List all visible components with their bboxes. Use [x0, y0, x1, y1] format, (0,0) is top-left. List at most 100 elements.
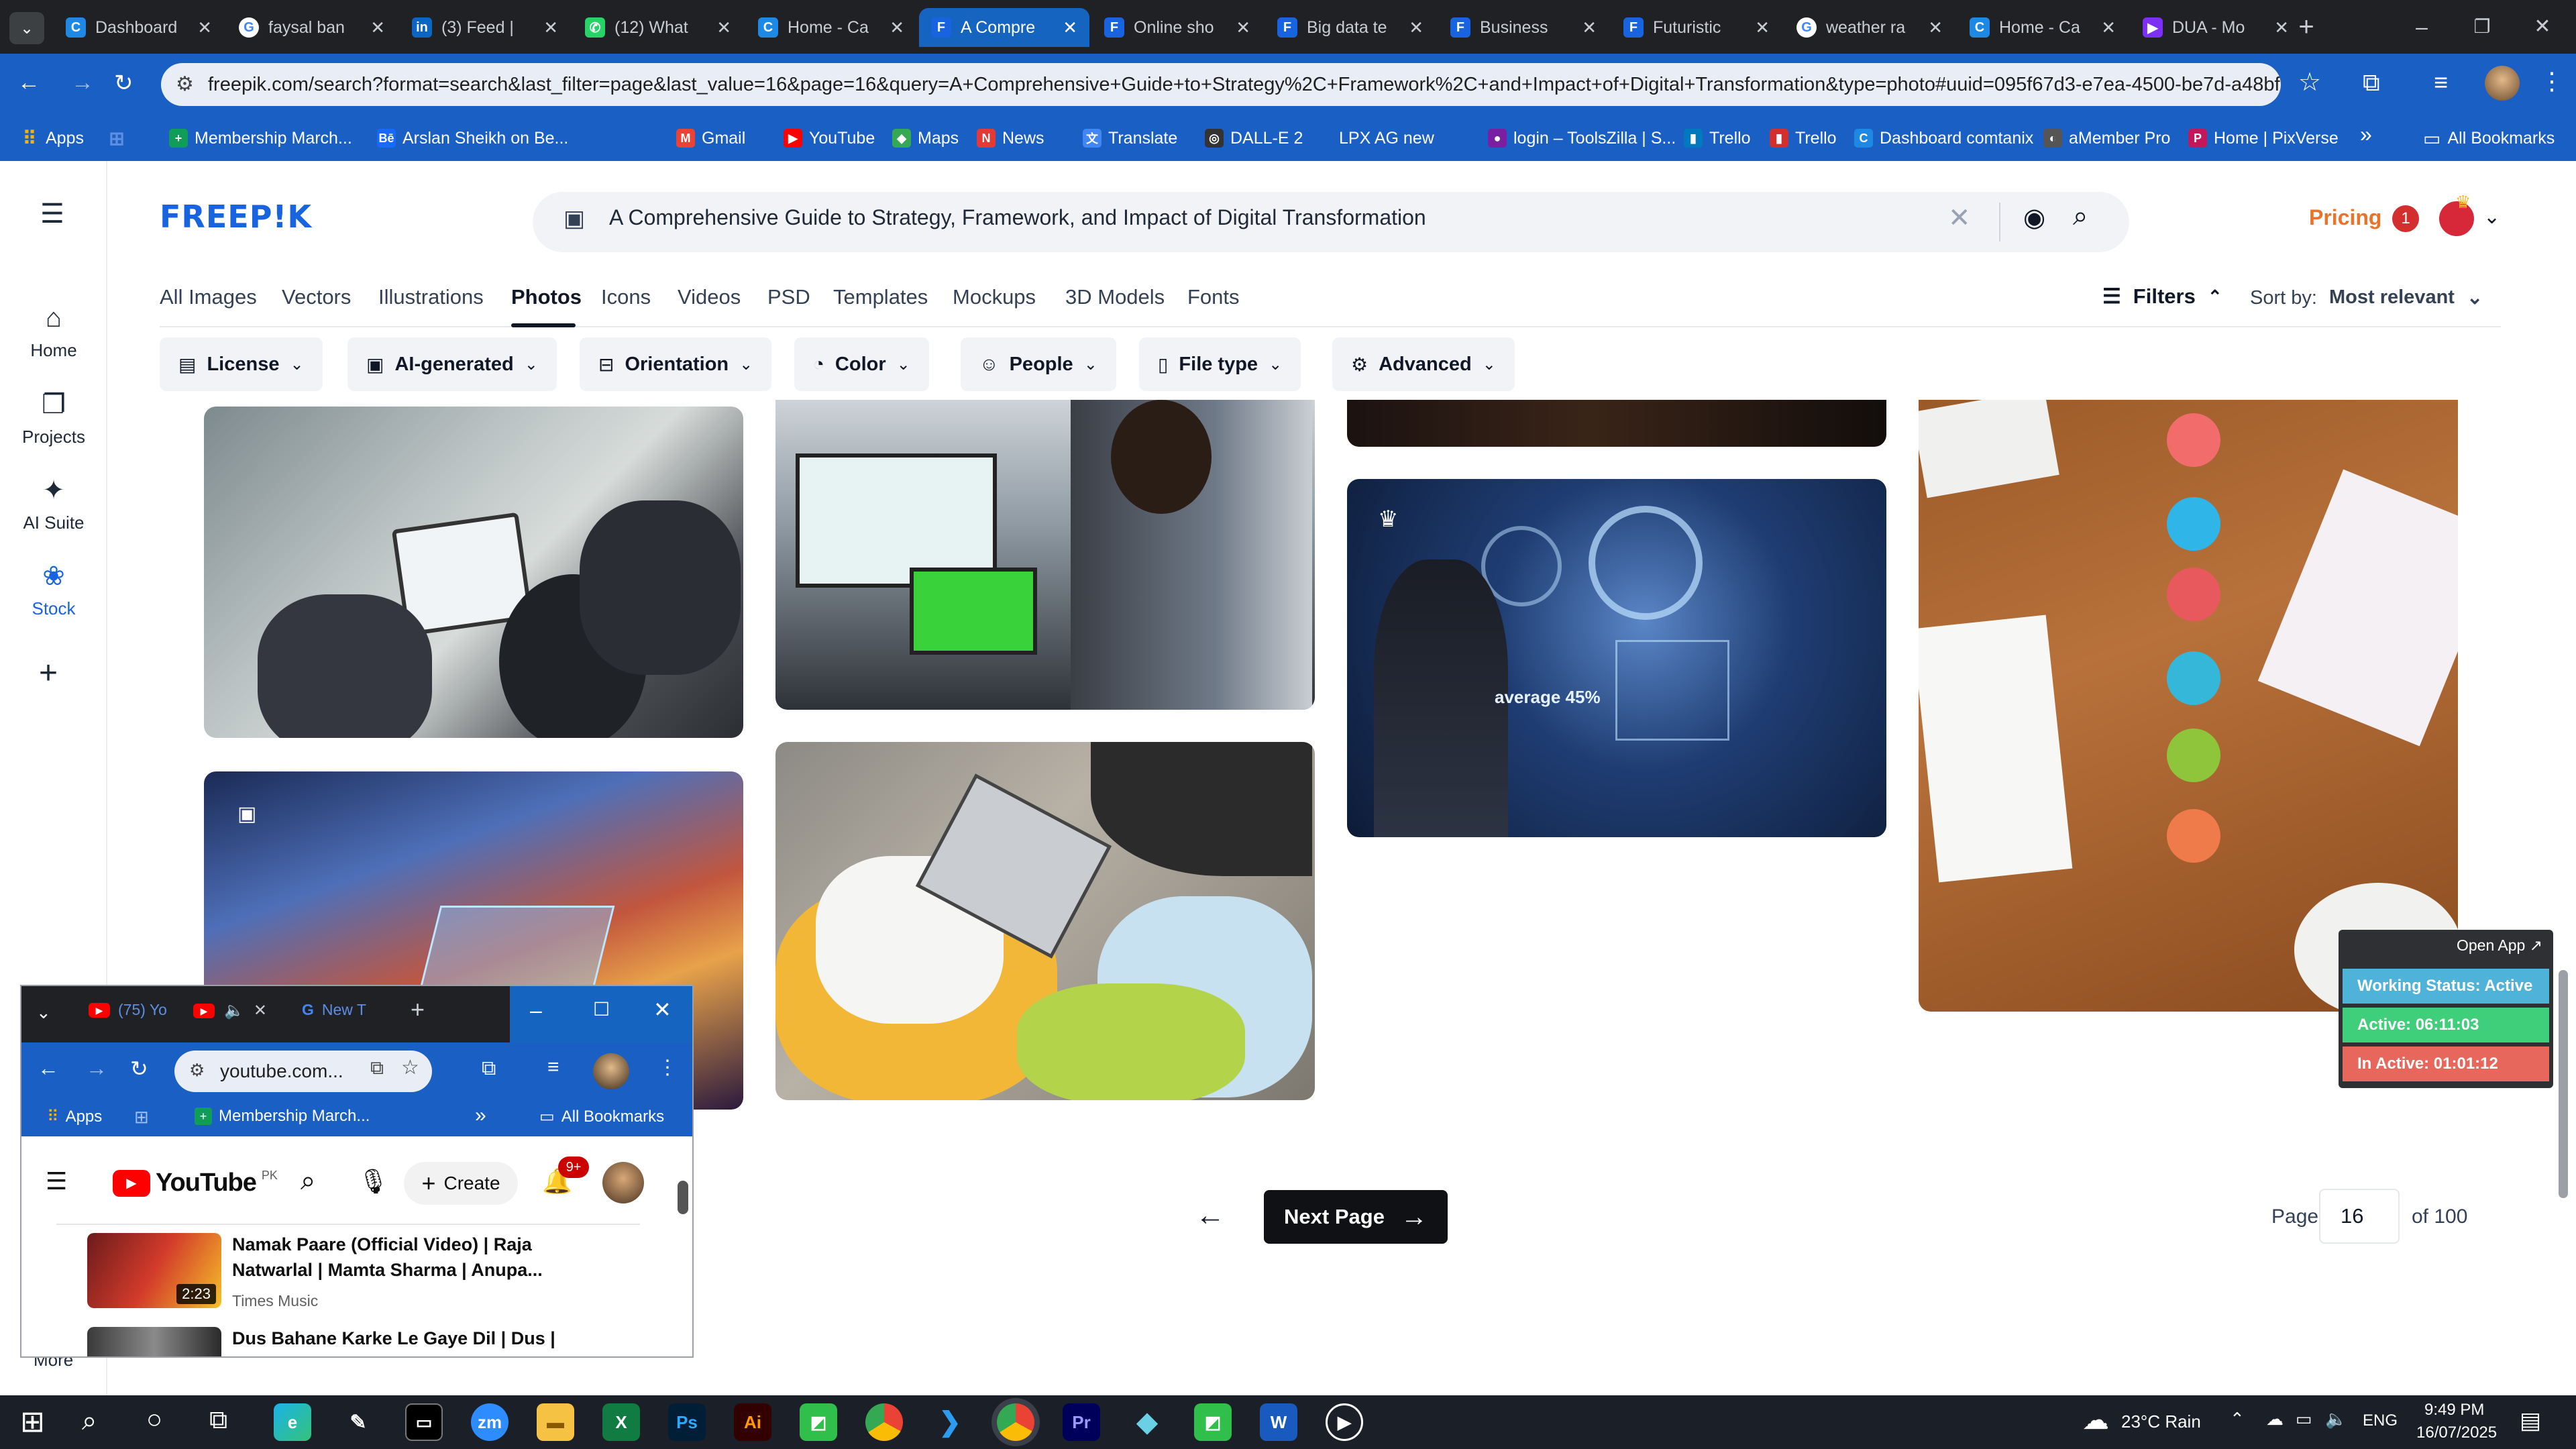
video-title[interactable]: Namak Paare (Official Video) | Raja [232, 1234, 532, 1255]
filter-chip[interactable]: ☺ People ⌄ [961, 337, 1116, 391]
extensions-icon[interactable]: ⧉ [2363, 68, 2380, 97]
browser-tab[interactable]: C Home - Ca ✕ [1957, 8, 2128, 47]
bookmark-star-icon[interactable]: ☆ [2298, 67, 2321, 97]
hamburger-menu-icon[interactable]: ☰ [40, 199, 64, 229]
tab-close-icon[interactable]: ✕ [716, 17, 731, 38]
pen-tool-icon[interactable]: ✎ [339, 1403, 377, 1441]
task-view-icon[interactable]: ⧉ [209, 1406, 227, 1435]
bookmark-apps[interactable]: ⠿ Apps [47, 1107, 102, 1126]
yt-tab-2[interactable]: ▶ 🔈 ✕ [193, 1001, 267, 1020]
rail-item-home[interactable]: ⌂ Home [0, 303, 107, 361]
weather-text[interactable]: 23°C Rain [2121, 1411, 2201, 1432]
tab-close-icon[interactable]: ✕ [2274, 17, 2289, 38]
browser-tab[interactable]: F Big data te ✕ [1265, 8, 1436, 47]
tab-close-icon[interactable]: ✕ [1582, 17, 1597, 38]
bookmark-item[interactable]: N News [977, 125, 1044, 152]
image-search-icon[interactable]: ▣ [564, 205, 585, 232]
open-app-link[interactable]: Open App ↗ [2457, 936, 2542, 955]
illustrator-icon[interactable]: Ai [734, 1403, 771, 1441]
bookmark-star-icon[interactable]: ☆ [401, 1056, 419, 1079]
video-title-2[interactable]: Dus Bahane Karke Le Gaye Dil | Dus | [232, 1328, 555, 1349]
language-label[interactable]: ENG [2363, 1411, 2398, 1430]
close-icon[interactable]: ✕ [254, 1001, 267, 1020]
bookmark-item[interactable]: Bē Arslan Sheikh on Be... [377, 125, 568, 152]
site-info-icon[interactable]: ⚙ [176, 72, 194, 96]
filter-chip[interactable]: ▯ File type ⌄ [1139, 337, 1301, 391]
microphone-icon[interactable]: 🎙 [358, 1167, 389, 1195]
media-control-icon[interactable]: ≡ [547, 1056, 559, 1079]
browser-menu-icon[interactable]: ⋮ [2540, 67, 2564, 95]
yt-account-avatar[interactable] [602, 1162, 644, 1203]
bookmark-item[interactable]: ⊞ [107, 125, 133, 152]
browser-tab[interactable]: C Dashboard ✕ [54, 8, 224, 47]
all-bookmarks-button[interactable]: ▭ All Bookmarks [2423, 125, 2555, 152]
bookmark-item[interactable]: P Home | PixVerse [2188, 125, 2339, 152]
back-arrow-icon[interactable]: ← [17, 70, 40, 96]
app-diamond-icon[interactable]: ◆ [1128, 1403, 1166, 1441]
media-control-icon[interactable]: ≡ [2434, 68, 2448, 97]
video-thumbnail[interactable]: 2:23 [87, 1233, 221, 1308]
bookmark-item[interactable]: ◆ Maps [892, 125, 959, 152]
add-icon[interactable]: + [39, 655, 58, 692]
browser-tab[interactable]: ▶ DUA - Mo ✕ [2131, 8, 2301, 47]
notifications-button[interactable]: 1 [2392, 205, 2419, 232]
window-restore-button[interactable]: ☐ [593, 998, 610, 1020]
category-tab[interactable]: PSD [767, 285, 810, 309]
page-number-input[interactable]: 16 [2319, 1189, 2400, 1244]
clear-search-icon[interactable]: ✕ [1948, 203, 1971, 233]
photo-hands-table-icons[interactable] [1919, 400, 2458, 1012]
tab-close-icon[interactable]: ✕ [1236, 17, 1250, 38]
site-info-icon[interactable]: ⚙ [189, 1060, 205, 1081]
windows-start-icon[interactable]: ⊞ [20, 1405, 45, 1439]
reload-icon[interactable]: ↻ [114, 70, 133, 97]
filter-chip[interactable]: ⚙ Advanced ⌄ [1332, 337, 1515, 391]
browser-menu-icon[interactable]: ⋮ [657, 1056, 678, 1079]
create-button[interactable]: + Create [404, 1162, 518, 1205]
bookmark-item[interactable]: 文 Translate [1083, 125, 1177, 152]
window-minimize-button[interactable]: – [2402, 9, 2442, 44]
forward-arrow-icon[interactable]: → [71, 70, 94, 96]
page-scrollbar[interactable] [2559, 970, 2568, 1198]
new-tab-button[interactable]: + [2289, 9, 2324, 44]
zoom-icon[interactable]: zm [471, 1403, 508, 1441]
edge-icon[interactable]: e [274, 1403, 311, 1441]
tab-close-icon[interactable]: ✕ [1755, 17, 1770, 38]
video-channel[interactable]: Times Music [232, 1292, 318, 1310]
filter-chip[interactable]: ◔ Color ⌄ [794, 337, 929, 391]
photo-man-green-screen-monitor[interactable] [775, 400, 1315, 710]
filter-chip[interactable]: ▤ License ⌄ [160, 337, 323, 391]
filter-chip[interactable]: ⊟ Orientation ⌄ [580, 337, 772, 391]
chrome-icon[interactable] [865, 1403, 903, 1441]
photoshop-icon[interactable]: Ps [668, 1403, 706, 1441]
bookmark-item[interactable]: ◐ aMember Pro [2043, 125, 2170, 152]
youtube-browser-window[interactable]: ⌄ ▶ (75) Yo ▶ 🔈 ✕ G New T + – ☐ ✕ ← → ↻ … [20, 985, 694, 1358]
search-icon[interactable]: ⌕ [82, 1406, 97, 1436]
browser-tab[interactable]: in (3) Feed | ✕ [400, 8, 570, 47]
yt-tab-3[interactable]: G New T [302, 1001, 366, 1019]
clock-time[interactable]: 9:49 PM [2424, 1401, 2484, 1419]
bookmark-item[interactable]: ▶ YouTube [784, 125, 875, 152]
browser-tab[interactable]: C Home - Ca ✕ [746, 8, 916, 47]
bookmark-item[interactable]: + Membership March... [169, 125, 352, 152]
photo-people-laptop-beanbags[interactable] [775, 742, 1315, 1100]
window-close-button[interactable]: ✕ [653, 997, 672, 1022]
reload-icon[interactable]: ↻ [130, 1056, 148, 1081]
browser-tab[interactable]: F Futuristic ✕ [1611, 8, 1782, 47]
extensions-icon[interactable]: ⧉ [482, 1057, 496, 1080]
notification-center-icon[interactable]: ▤ [2520, 1407, 2541, 1434]
weather-icon[interactable]: ☁ [2082, 1405, 2109, 1436]
forward-arrow-icon[interactable]: → [86, 1056, 107, 1081]
yt-tab-1[interactable]: ▶ (75) Yo [89, 1001, 167, 1019]
next-page-button[interactable]: Next Page → [1264, 1190, 1448, 1244]
excel-icon[interactable]: X [602, 1403, 640, 1441]
terminal-icon[interactable]: ▭ [405, 1403, 443, 1441]
window-minimize-button[interactable]: – [530, 998, 542, 1023]
word-icon[interactable]: W [1260, 1403, 1297, 1441]
browser-tab[interactable]: F Business ✕ [1438, 8, 1609, 47]
bookmark-item[interactable]: ⠿ Apps [20, 125, 84, 152]
category-tab[interactable]: Vectors [282, 285, 351, 309]
browser-tab[interactable]: F A Compre ✕ [919, 8, 1089, 47]
yt-menu-icon[interactable]: ☰ [46, 1167, 67, 1195]
category-tab[interactable]: Templates [833, 285, 928, 309]
cortana-icon[interactable]: ○ [146, 1405, 162, 1435]
